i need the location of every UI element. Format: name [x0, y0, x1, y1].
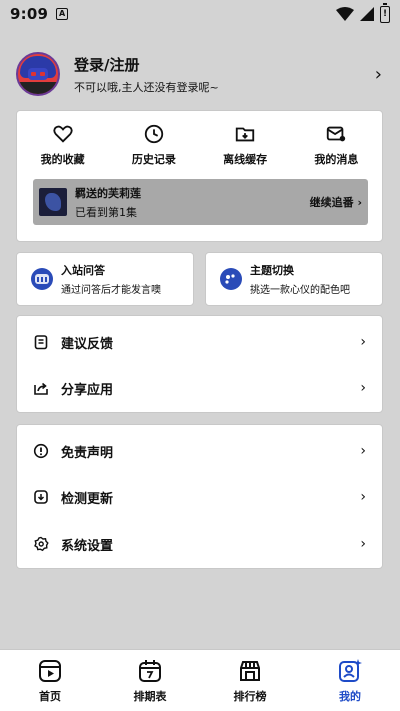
settings-label: 系统设置 — [61, 538, 114, 554]
messages-button[interactable]: 我的消息 — [296, 123, 376, 167]
history-label: 历史记录 — [131, 153, 176, 166]
favorites-label: 我的收藏 — [40, 153, 85, 166]
offline-cache-label: 离线缓存 — [223, 153, 268, 166]
quiz-card[interactable]: 入站问答 通过问答后才能发言噢 — [16, 252, 194, 306]
nav-ranking-label: 排行榜 — [233, 689, 267, 703]
anime-thumbnail[interactable] — [39, 188, 67, 216]
avatar[interactable] — [16, 52, 60, 96]
ranking-icon — [240, 660, 260, 681]
nav-schedule[interactable]: 排期表 — [110, 658, 190, 704]
menu-group-feedback: 建议反馈 › 分享应用 › — [16, 315, 383, 413]
chevron-right-icon: › — [360, 443, 366, 459]
nav-mine[interactable]: 我的 — [310, 658, 390, 704]
theme-switch-card[interactable]: 主题切换 挑选一款心仪的配色吧 — [205, 252, 383, 306]
login-title[interactable]: 登录/注册 — [74, 54, 219, 75]
bottom-nav: 首页 排期表 排行榜 我的 — [0, 649, 400, 711]
messages-label: 我的消息 — [314, 153, 359, 166]
feedback-row[interactable]: 建议反馈 › — [17, 319, 382, 365]
status-bar: 9:09 A ! — [0, 0, 400, 28]
nav-home[interactable]: 首页 — [10, 658, 90, 704]
login-header[interactable]: 登录/注册 不可以哦,主人还没有登录呢~ › — [16, 50, 386, 98]
quick-actions-card: 我的收藏 历史记录 离线缓存 我的消息 羁送的芙莉莲 已看到第1集 继续追番 › — [16, 110, 383, 242]
gear-icon — [34, 536, 49, 552]
heart-icon — [53, 125, 73, 143]
favorites-button[interactable]: 我的收藏 — [23, 123, 103, 167]
menu-group-system: 免责声明 › 检测更新 › 系统设置 › — [16, 424, 383, 569]
nav-home-label: 首页 — [39, 689, 61, 703]
nav-schedule-label: 排期表 — [133, 689, 167, 703]
battery-icon: ! — [380, 2, 390, 23]
share-app-row[interactable]: 分享应用 › — [17, 365, 382, 411]
disclaimer-label: 免责声明 — [61, 445, 114, 461]
chevron-right-icon: › — [360, 334, 366, 350]
settings-row[interactable]: 系统设置 › — [17, 521, 382, 567]
folder-download-icon — [235, 127, 255, 142]
theme-title: 主题切换 — [250, 264, 294, 277]
share-app-label: 分享应用 — [61, 382, 114, 398]
info-icon — [33, 443, 49, 459]
chevron-right-icon: › — [360, 380, 366, 396]
quiz-title: 入站问答 — [61, 264, 105, 277]
profile-icon — [339, 658, 362, 682]
login-subtitle: 不可以哦,主人还没有登录呢~ — [74, 80, 219, 94]
signal-icon — [360, 7, 374, 21]
check-update-row[interactable]: 检测更新 › — [17, 474, 382, 520]
feedback-label: 建议反馈 — [61, 336, 114, 352]
offline-cache-button[interactable]: 离线缓存 — [205, 123, 285, 167]
theme-subtitle: 挑选一款心仪的配色吧 — [250, 285, 350, 296]
quiz-subtitle: 通过问答后才能发言噢 — [61, 285, 161, 296]
feedback-icon — [34, 335, 48, 350]
home-play-icon — [39, 659, 61, 682]
palette-icon — [220, 268, 242, 290]
history-clock-icon — [144, 124, 164, 144]
message-mail-icon — [327, 126, 346, 142]
disclaimer-row[interactable]: 免责声明 › — [17, 428, 382, 474]
continue-watching-button[interactable]: 继续追番 › — [310, 194, 362, 210]
share-icon — [34, 382, 48, 395]
check-update-label: 检测更新 — [61, 491, 114, 507]
chevron-right-icon: › — [360, 536, 366, 552]
anime-progress: 已看到第1集 — [75, 205, 137, 219]
chevron-right-icon: › — [360, 489, 366, 505]
history-button[interactable]: 历史记录 — [114, 123, 194, 167]
nav-ranking[interactable]: 排行榜 — [210, 658, 290, 704]
chevron-right-icon[interactable]: › — [375, 64, 382, 85]
quiz-icon — [31, 268, 53, 290]
continue-watching-bar[interactable]: 羁送的芙莉莲 已看到第1集 继续追番 › — [33, 179, 368, 225]
notification-icon: A — [56, 8, 69, 20]
anime-title: 羁送的芙莉莲 — [75, 186, 141, 200]
wifi-icon — [336, 7, 354, 21]
calendar-icon — [139, 659, 161, 682]
update-icon — [34, 490, 48, 504]
nav-mine-label: 我的 — [339, 689, 361, 703]
status-time: 9:09 — [10, 5, 49, 23]
